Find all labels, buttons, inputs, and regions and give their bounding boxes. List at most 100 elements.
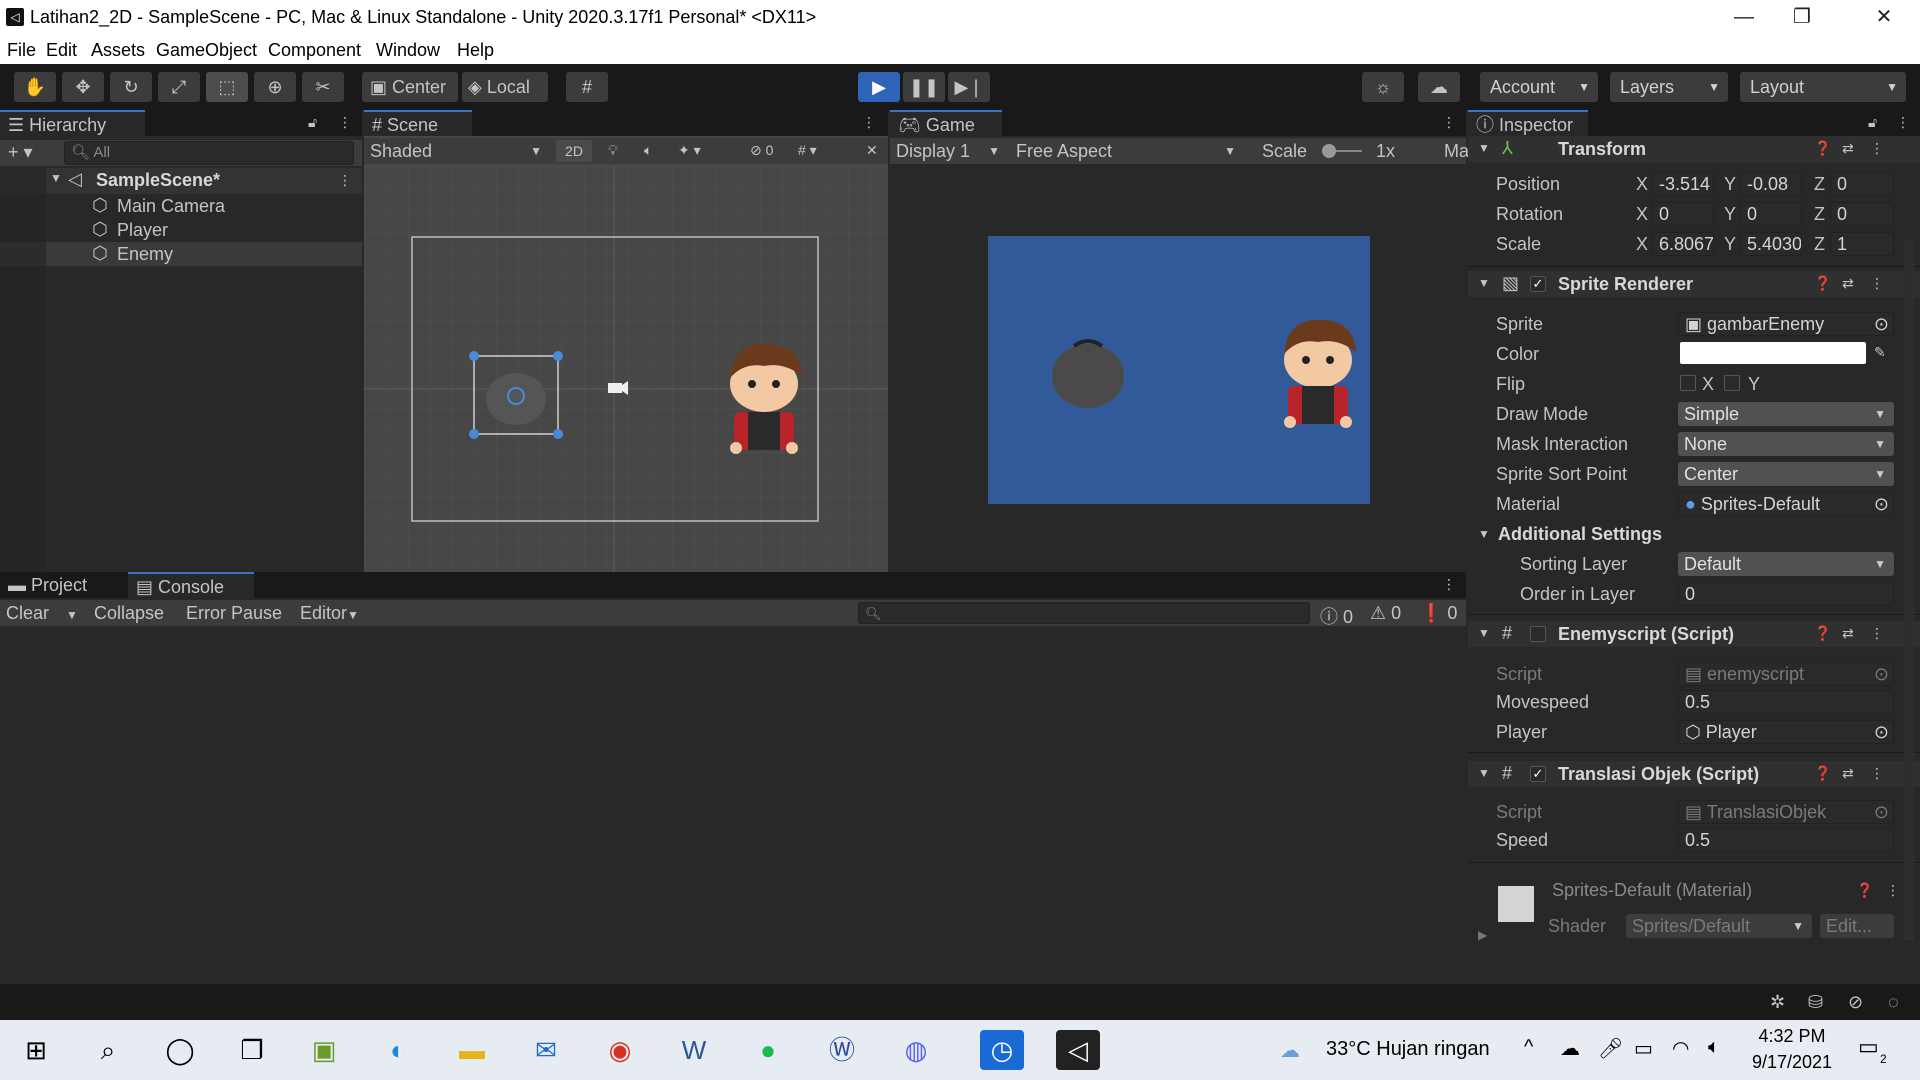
hidden-objects-icon[interactable]: ⊘ 0: [750, 142, 773, 159]
hierarchy-search-input[interactable]: 🔍︎ All: [64, 141, 354, 165]
lock-icon[interactable]: 🔓︎: [308, 114, 317, 131]
tab-inspector[interactable]: ⓘ Inspector: [1468, 110, 1588, 136]
custom-tool-icon[interactable]: ✂: [302, 72, 344, 102]
flip-y-checkbox[interactable]: [1724, 375, 1740, 391]
draw-mode-dropdown[interactable]: Simple ▼: [1678, 402, 1894, 426]
cortana-icon[interactable]: ◯: [158, 1030, 202, 1070]
clock-time[interactable]: 4:32 PM: [1752, 1026, 1832, 1047]
scale-tool-icon[interactable]: ⤢: [158, 72, 200, 102]
hierarchy-item-player[interactable]: ⬡ Player: [0, 218, 362, 242]
object-picker-icon[interactable]: ⊙: [1874, 313, 1889, 335]
tab-hierarchy[interactable]: ☰ Hierarchy: [0, 110, 145, 136]
add-object-button[interactable]: + ▾: [8, 142, 33, 163]
discord-icon[interactable]: ◍: [894, 1030, 938, 1070]
audio-icon[interactable]: 🔈︎: [644, 142, 652, 159]
2d-toggle[interactable]: 2D: [556, 140, 592, 162]
player-object-field[interactable]: ⬡ Player ⊙: [1678, 720, 1894, 744]
unity-taskbar-icon[interactable]: ◁: [1056, 1030, 1100, 1070]
material-object-field[interactable]: ● Sprites-Default ⊙: [1678, 492, 1894, 516]
sprite-object-field[interactable]: ▣ gambarEnemy ⊙: [1678, 312, 1894, 336]
menu-component[interactable]: Component: [268, 40, 361, 61]
mail-icon[interactable]: ✉: [524, 1030, 568, 1070]
menu-assets[interactable]: Assets: [91, 40, 145, 61]
aspect-dropdown[interactable]: Free Aspect ▼: [1016, 139, 1242, 163]
auto-generate-lighting-icon[interactable]: ⊘: [1848, 992, 1863, 1013]
shading-dropdown[interactable]: Shaded ▼: [370, 139, 550, 163]
layers-dropdown[interactable]: Layers ▼: [1610, 72, 1728, 102]
collab-icon[interactable]: ☼: [1362, 72, 1404, 102]
chevron-down-icon[interactable]: ▼: [1478, 527, 1490, 541]
maximize-on-play-label[interactable]: Ma: [1444, 141, 1469, 162]
scene-row[interactable]: ▼ ◁ SampleScene* ⋮: [0, 168, 362, 194]
component-menu-icon[interactable]: ⋮: [1870, 275, 1884, 292]
sorting-layer-dropdown[interactable]: Default ▼: [1678, 552, 1894, 576]
chevron-down-icon[interactable]: ▼: [1478, 276, 1490, 290]
rotate-tool-icon[interactable]: ↻: [110, 72, 152, 102]
editor-dropdown[interactable]: Editor▼: [300, 603, 359, 624]
menu-edit[interactable]: Edit: [46, 40, 77, 61]
mask-interaction-dropdown[interactable]: None ▼: [1678, 432, 1894, 456]
scale-z-field[interactable]: 1: [1830, 232, 1894, 256]
file-explorer-icon[interactable]: ▬: [450, 1030, 494, 1070]
game-viewport[interactable]: [988, 236, 1370, 504]
more-menu-icon[interactable]: ⋮: [862, 114, 876, 131]
menu-gameobject[interactable]: GameObject: [156, 40, 257, 61]
chrome-icon[interactable]: ◉: [598, 1030, 642, 1070]
layout-dropdown[interactable]: Layout ▼: [1740, 72, 1906, 102]
weather-text[interactable]: 33°C Hujan ringan: [1326, 1038, 1490, 1061]
microphone-icon[interactable]: 🎤︎: [1598, 1036, 1623, 1061]
step-button[interactable]: ▶❘: [948, 72, 990, 102]
play-button[interactable]: ▶: [858, 72, 900, 102]
minecraft-icon[interactable]: ▣: [302, 1030, 346, 1070]
rect-tool-icon[interactable]: ⬚: [206, 72, 248, 102]
transform-tool-icon[interactable]: ⊕: [254, 72, 296, 102]
position-z-field[interactable]: 0: [1830, 172, 1894, 196]
preset-icon[interactable]: ⇄: [1842, 140, 1854, 157]
object-picker-icon[interactable]: ⊙: [1874, 493, 1889, 515]
help-icon[interactable]: ❓: [1814, 275, 1831, 292]
translasi-enabled-checkbox[interactable]: ✓: [1530, 766, 1546, 782]
warning-filter[interactable]: ⚠ 0: [1370, 603, 1401, 624]
task-view-icon[interactable]: ❐: [230, 1030, 274, 1070]
word-icon[interactable]: W: [672, 1030, 716, 1070]
account-dropdown[interactable]: Account ▼: [1480, 72, 1598, 102]
clock-date[interactable]: 9/17/2021: [1745, 1052, 1839, 1073]
chevron-down-icon[interactable]: ▼: [50, 171, 62, 185]
effects-icon[interactable]: ✦ ▾: [678, 142, 701, 159]
sort-point-dropdown[interactable]: Center ▼: [1678, 462, 1894, 486]
error-pause-button[interactable]: Error Pause: [186, 603, 282, 624]
display-dropdown[interactable]: Display 1 ▼: [896, 139, 1006, 163]
battery-icon[interactable]: ▭: [1634, 1036, 1653, 1061]
app-w-icon[interactable]: Ⓦ: [820, 1030, 864, 1070]
lock-icon[interactable]: 🔓︎: [1868, 114, 1877, 131]
additional-settings-foldout[interactable]: Additional Settings: [1498, 524, 1662, 545]
tab-game[interactable]: 🎮︎ Game: [890, 110, 1002, 136]
collapse-button[interactable]: Collapse: [94, 603, 164, 624]
tab-scene[interactable]: # Scene: [364, 110, 472, 136]
wifi-icon[interactable]: ◠: [1672, 1036, 1689, 1061]
help-icon[interactable]: ❓: [1814, 625, 1831, 642]
notification-icon[interactable]: ▭: [1858, 1034, 1879, 1060]
transform-header[interactable]: ▼ ⅄ Transform ❓ ⇄ ⋮: [1468, 136, 1920, 162]
help-icon[interactable]: ❓: [1814, 765, 1831, 782]
help-icon[interactable]: ❓: [1814, 140, 1831, 157]
scale-slider-handle[interactable]: [1322, 144, 1336, 158]
preset-icon[interactable]: ⇄: [1842, 625, 1854, 642]
preset-icon[interactable]: ⇄: [1842, 765, 1854, 782]
onedrive-icon[interactable]: ☁: [1560, 1036, 1580, 1061]
color-swatch[interactable]: [1680, 342, 1866, 364]
rotation-x-field[interactable]: 0: [1652, 202, 1714, 226]
component-menu-icon[interactable]: ⋮: [1870, 140, 1884, 157]
close-button[interactable]: ✕: [1855, 0, 1913, 36]
move-tool-icon[interactable]: ✥: [62, 72, 104, 102]
chevron-right-icon[interactable]: ▶: [1478, 928, 1487, 942]
search-icon[interactable]: ⌕: [86, 1030, 130, 1070]
tab-project[interactable]: ▬ Project: [0, 572, 126, 598]
menu-window[interactable]: Window: [376, 40, 440, 61]
weather-icon[interactable]: ☁: [1280, 1038, 1300, 1063]
lighting-icon[interactable]: 💡︎: [608, 142, 618, 159]
pivot-center-toggle[interactable]: ▣ Center: [362, 72, 458, 102]
grid-icon[interactable]: # ▾: [798, 142, 817, 159]
inspector-scrollbar[interactable]: [1904, 240, 1914, 940]
menu-file[interactable]: File: [7, 40, 36, 61]
